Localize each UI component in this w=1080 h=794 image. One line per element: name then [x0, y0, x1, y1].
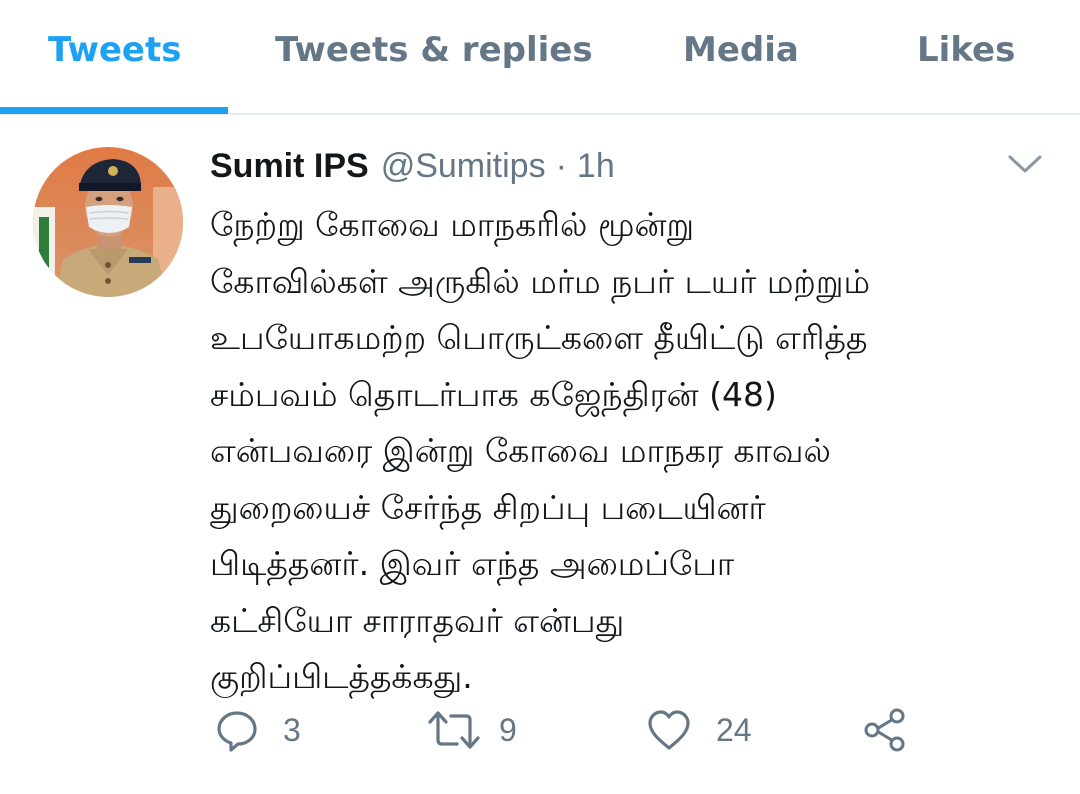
- tweet-text-line: கோவில்கள் அருகில் மர்ம நபர் டயர் மற்றும்: [210, 261, 871, 301]
- author-handle[interactable]: @Sumitips: [381, 147, 546, 186]
- tab-tweets[interactable]: Tweets: [48, 30, 181, 70]
- tweet-text-line: என்பவரை இன்று கோவை மாநகர காவல்: [210, 431, 831, 470]
- tweet-text-line: உபயோகமற்ற பொருட்களை தீயிட்டு எரித்த: [210, 318, 868, 357]
- tweet-timestamp[interactable]: 1h: [577, 147, 615, 186]
- tweet-header: Sumit IPS @Sumitips · 1h: [210, 147, 615, 187]
- avatar-image: [33, 147, 183, 297]
- reply-button[interactable]: 3: [215, 705, 301, 755]
- tweet-text: நேற்று கோவை மாநகரில் மூன்று கோவில்கள் அர…: [210, 197, 1060, 706]
- tweet-text-line: குறிப்பிடத்தக்கது.: [210, 657, 473, 696]
- tweet[interactable]: Sumit IPS @Sumitips · 1h நேற்று கோவை மாந…: [0, 117, 1080, 794]
- profile-tabs: Tweets Tweets & replies Media Likes: [0, 0, 1080, 115]
- retweet-button[interactable]: 9: [427, 705, 517, 755]
- share-button[interactable]: [862, 705, 908, 755]
- retweet-count: 9: [499, 711, 517, 748]
- active-tab-indicator: [0, 107, 228, 114]
- separator-dot: ·: [555, 147, 567, 185]
- tab-media[interactable]: Media: [683, 30, 799, 70]
- heart-icon: [648, 710, 690, 750]
- avatar[interactable]: [33, 147, 183, 297]
- tweet-actions: 3 9 24: [0, 705, 1080, 755]
- reply-icon: [217, 711, 257, 752]
- tweet-text-line: நேற்று கோவை மாநகரில் மூன்று: [210, 205, 695, 244]
- retweet-icon: [428, 711, 480, 749]
- tweet-text-line: கட்சியோ சாராதவர் என்பது: [210, 600, 625, 640]
- author-name[interactable]: Sumit IPS: [210, 147, 369, 186]
- tweet-text-line: பிடித்தனர். இவர் எந்த அமைப்போ: [210, 544, 735, 583]
- tab-tweets-and-replies[interactable]: Tweets & replies: [275, 30, 593, 70]
- tab-likes[interactable]: Likes: [917, 30, 1015, 70]
- like-count: 24: [716, 711, 752, 748]
- like-button[interactable]: 24: [646, 705, 752, 755]
- tweet-text-line: சம்பவம் தொடர்பாக கஜேந்திரன் (48): [210, 374, 777, 414]
- chevron-down-icon[interactable]: [1007, 152, 1043, 176]
- reply-count: 3: [283, 711, 301, 748]
- tweet-text-line: துறையைச் சேர்ந்த சிறப்பு படையினர்: [210, 487, 766, 527]
- share-icon: [864, 708, 905, 752]
